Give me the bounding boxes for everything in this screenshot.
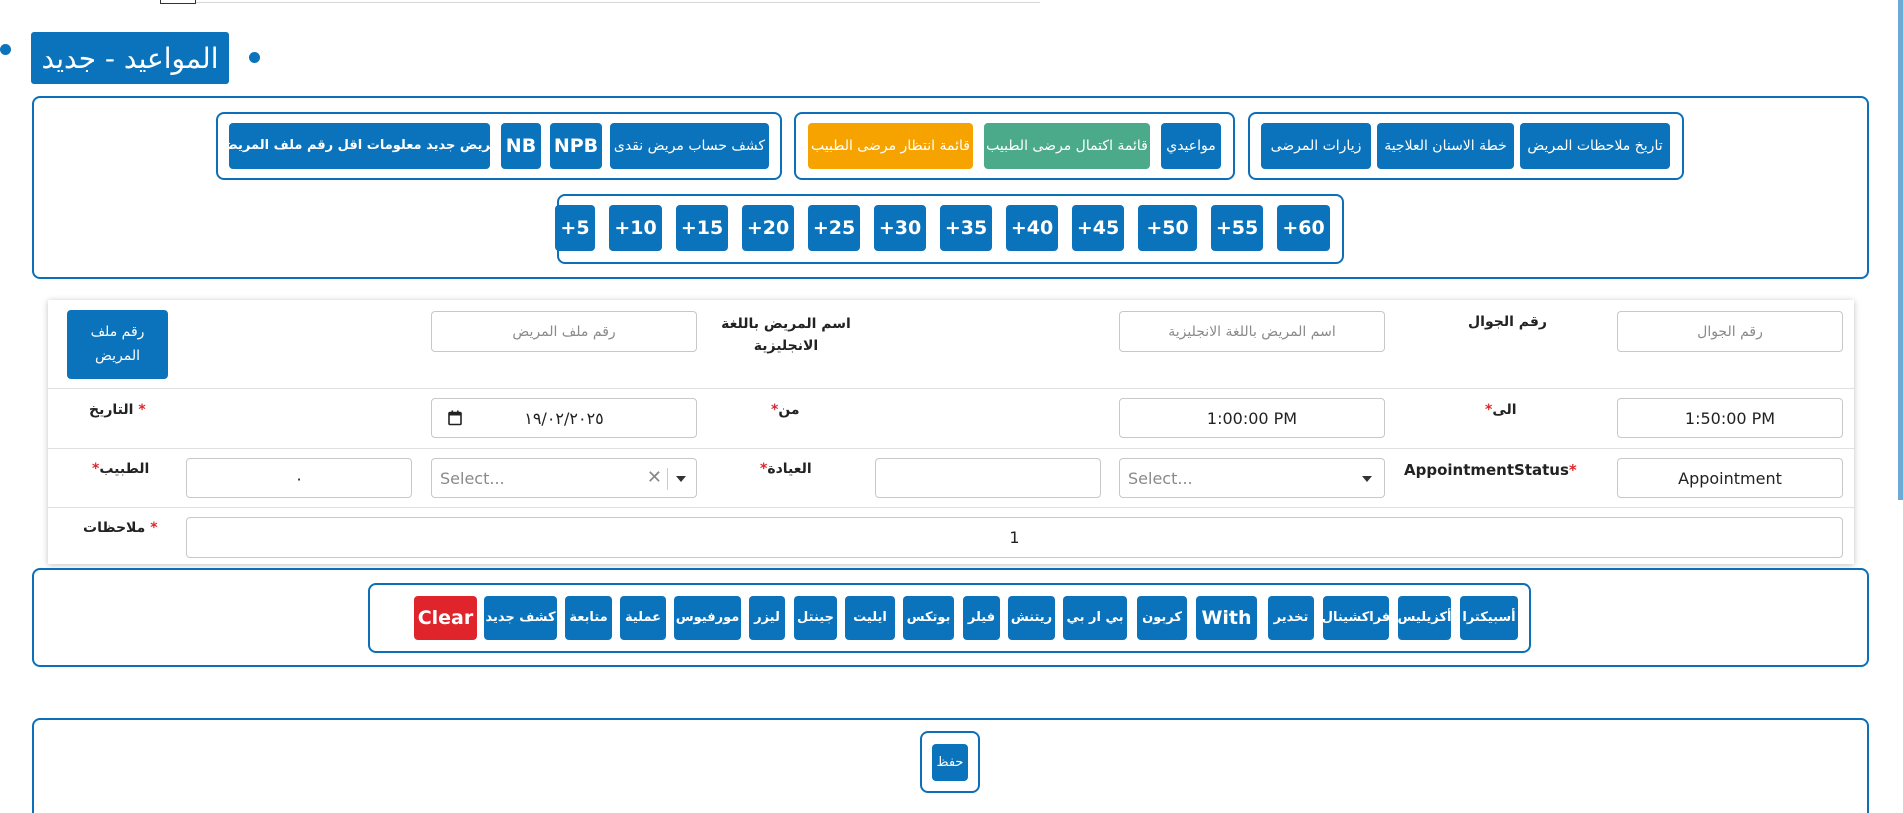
procedure-button[interactable]: متابعة [565,596,612,640]
mobile-input[interactable]: رقم الجوال [1617,311,1843,352]
file-number-input[interactable]: رقم ملف المريض [431,311,697,352]
patient-visits-button[interactable]: زيارات المرضى [1261,123,1371,169]
procedure-button[interactable]: تخدير [1268,596,1314,640]
notes-label: ملاحظات * [83,520,158,536]
chevron-down-icon[interactable] [676,476,686,482]
to-time-label: *الى [1485,402,1517,418]
doctor-label-text: الطبيب [99,461,150,477]
clinic-select-placeholder: Select... [1128,468,1193,488]
save-button[interactable]: حفظ [932,744,968,781]
clear-icon[interactable]: ✕ [647,467,662,488]
procedure-button[interactable]: كشف جديد [484,596,557,640]
procedure-button[interactable]: ليزر [749,596,785,640]
to-time-input[interactable]: 1:50:00 PM [1617,398,1843,438]
procedure-button[interactable]: عملية [620,596,666,640]
procedure-button[interactable]: With [1196,596,1257,640]
cash-statement-button[interactable]: كشف حساب مريض نقدى [610,123,769,169]
notes-input[interactable]: 1 [186,517,1843,558]
procedure-button[interactable]: ريتنش [1008,596,1055,640]
time-plus-button[interactable]: +25 [808,205,860,251]
notes-label-text: ملاحظات [83,520,146,536]
from-label-text: من [778,402,800,418]
from-time-input[interactable]: 1:00:00 PM [1119,398,1385,438]
doctor-input[interactable]: ٠ [186,458,412,498]
date-input[interactable]: ١٩/٠٢/٢٠٢٥ [431,398,697,438]
clinic-label: *العيادة [760,461,812,477]
procedure-button[interactable]: كربون [1137,596,1187,640]
file-number-button[interactable]: رقم ملف المريض [67,310,168,379]
nb-button[interactable]: NB [501,123,541,169]
procedure-button[interactable]: ايليت [845,596,895,640]
time-plus-button[interactable]: +15 [676,205,728,251]
time-plus-button[interactable]: +30 [874,205,926,251]
page-title: المواعيد - جديد [31,32,229,84]
required-mark: * [150,520,158,536]
doctor-waiting-list-button[interactable]: قائمة انتظار مرضى الطبيب [808,123,973,169]
time-plus-button[interactable]: +60 [1277,205,1330,251]
appointment-status-input[interactable]: Appointment [1617,458,1843,498]
npb-button[interactable]: NPB [550,123,602,169]
required-mark: * [1568,461,1577,479]
procedure-button[interactable]: أكزيليس [1398,596,1452,640]
procedure-button[interactable]: أسبيكترا [1460,596,1518,640]
appointment-status-label: AppointmentStatus* [1404,461,1577,479]
form-divider-2 [48,448,1854,449]
title-bullet-left [0,44,11,55]
doctor-select-placeholder: Select... [440,468,505,488]
mobile-label: رقم الجوال [1468,314,1547,330]
time-plus-button[interactable]: +5 [555,205,595,251]
date-value: ١٩/٠٢/٢٠٢٥ [524,408,604,428]
required-mark: * [138,402,146,418]
my-appointments-button[interactable]: مواعيدي [1161,123,1221,169]
procedure-button[interactable]: فراكشينال [1322,596,1390,640]
top-bar-remnant [195,0,1040,3]
chevron-down-icon[interactable] [1362,476,1372,482]
to-label-text: الى [1492,402,1517,418]
time-plus-button[interactable]: +40 [1006,205,1058,251]
doctor-select[interactable]: Select... ✕ [431,458,697,498]
time-plus-button[interactable]: +55 [1211,205,1263,251]
doctor-completed-list-button[interactable]: قائمة اكتمال مرضى الطبيب [984,123,1150,169]
clinic-label-text: العيادة [767,461,812,477]
from-time-label: *من [771,402,800,418]
select-separator [667,468,668,490]
time-plus-button[interactable]: +45 [1072,205,1124,251]
time-plus-button[interactable]: +50 [1138,205,1197,251]
procedure-button[interactable]: مورفيوس [674,596,741,640]
new-patient-quick-button[interactable]: مريض جديد معلومات اقل رقم ملف المريض [220,123,499,169]
patient-notes-history-button[interactable]: تاريخ ملاحظات المريض [1520,123,1670,169]
procedure-button[interactable]: فيلر [963,596,1000,640]
form-divider-3 [48,507,1854,508]
right-scrollbar-edge[interactable] [1898,0,1903,500]
patient-name-en-input[interactable]: اسم المريض باللغة الانجليزية [1119,311,1385,352]
patient-name-en-label: اسم المريض باللغة الانجليزية [721,316,851,355]
top-box-remnant [160,0,196,4]
form-divider-1 [48,388,1854,389]
status-label-text: AppointmentStatus [1404,461,1569,479]
procedure-button[interactable]: جينتل [794,596,837,640]
clinic-select[interactable]: Select... [1119,458,1385,498]
clinic-input[interactable] [875,458,1101,498]
treatment-plan-button[interactable]: خطة الاسنان العلاجية [1377,123,1514,169]
date-label: التاريخ * [89,402,146,418]
time-plus-button[interactable]: +10 [609,205,662,251]
time-plus-button[interactable]: +20 [742,205,794,251]
calendar-icon[interactable] [448,410,462,430]
title-bullet-right [249,52,260,63]
procedure-button[interactable]: بي ار بي [1063,596,1127,640]
clear-button[interactable]: Clear [414,596,477,640]
date-label-text: التاريخ [89,402,134,418]
doctor-label: *الطبيب [92,461,149,477]
time-plus-button[interactable]: +35 [940,205,992,251]
procedure-button[interactable]: بوتكس [903,596,954,640]
